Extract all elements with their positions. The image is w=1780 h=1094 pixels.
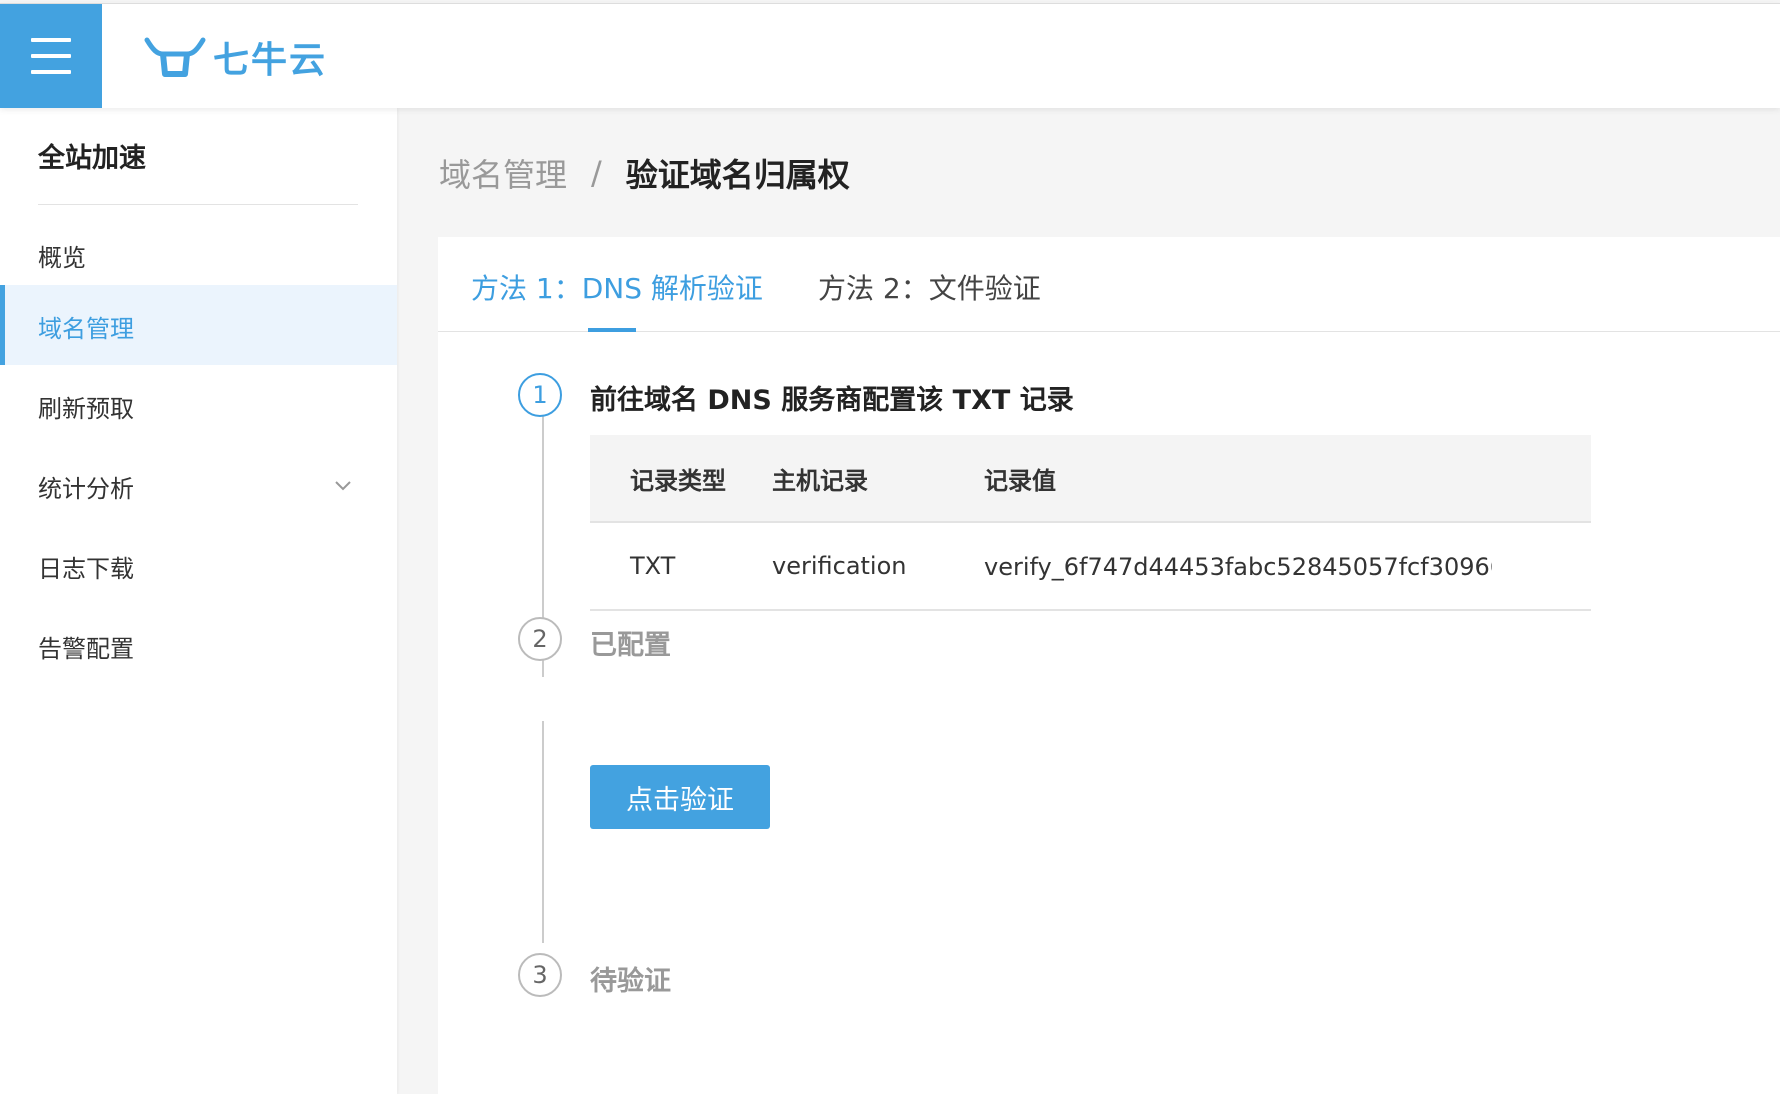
logo-text: 七牛云 <box>213 40 328 81</box>
column-header: 记录值 <box>984 435 1591 523</box>
sidebar-item-label: 域名管理 <box>38 315 134 343</box>
tab-file-verification[interactable]: 方法 2：文件验证 <box>818 267 1041 307</box>
sidebar-item-label: 概览 <box>38 244 86 272</box>
active-tab-indicator <box>588 328 636 332</box>
column-header: 记录类型 <box>590 435 772 523</box>
hamburger-icon-line <box>31 54 71 58</box>
sidebar-item-alert-config[interactable]: 告警配置 <box>0 605 397 685</box>
sidebar-item-log-download[interactable]: 日志下载 <box>0 525 397 605</box>
bull-logo-icon <box>144 37 206 77</box>
sidebar-item-refresh-prefetch[interactable]: 刷新预取 <box>0 365 397 445</box>
verify-button[interactable]: 点击验证 <box>590 765 770 829</box>
verification-card: 方法 1：DNS 解析验证 方法 2：文件验证 1 前往域名 DNS 服务商配置… <box>438 237 1780 1094</box>
breadcrumb: 域名管理 / 验证域名归属权 <box>439 150 850 196</box>
method-tabs: 方法 1：DNS 解析验证 方法 2：文件验证 <box>438 237 1780 332</box>
sidebar-item-label: 统计分析 <box>38 475 134 503</box>
step-title: 已配置 <box>590 630 671 661</box>
step-number: 2 <box>518 617 562 661</box>
sidebar-title: 全站加速 <box>38 143 146 174</box>
sidebar: 全站加速 概览 域名管理 刷新预取 统计分析 日志下载 告警配置 <box>0 108 397 1094</box>
breadcrumb-parent-link[interactable]: 域名管理 <box>439 150 567 196</box>
step-connector <box>542 721 544 943</box>
menu-toggle-button[interactable] <box>0 4 102 108</box>
tab-dns-verification[interactable]: 方法 1：DNS 解析验证 <box>471 267 763 307</box>
sidebar-item-label: 告警配置 <box>38 635 134 663</box>
page-title: 验证域名归属权 <box>625 156 850 194</box>
sidebar-divider <box>38 204 358 205</box>
logo[interactable]: 七牛云 <box>143 34 328 81</box>
step-title: 前往域名 DNS 服务商配置该 TXT 记录 <box>590 385 1074 416</box>
host-record-cell: verification <box>772 522 984 611</box>
sidebar-item-statistics[interactable]: 统计分析 <box>0 445 397 525</box>
step-number: 1 <box>518 373 562 417</box>
step-number: 3 <box>518 953 562 997</box>
record-value-text[interactable]: verify_6f747d44453fabc52845057fcf3096665 <box>984 553 1492 581</box>
step-title: 待验证 <box>590 966 671 997</box>
sidebar-item-label: 刷新预取 <box>38 395 134 423</box>
sidebar-item-label: 日志下载 <box>38 555 134 583</box>
breadcrumb-separator: / <box>591 154 602 192</box>
table-row: TXT verification verify_6f747d44453fabc5… <box>590 522 1591 611</box>
top-header: 七牛云 <box>0 3 1780 108</box>
hamburger-icon <box>31 38 71 42</box>
hamburger-icon-line <box>31 70 71 74</box>
sidebar-item-overview[interactable]: 概览 <box>0 214 397 294</box>
dns-record-table: 记录类型 主机记录 记录值 TXT verification verify_6f… <box>590 435 1591 611</box>
record-value-cell[interactable]: verify_6f747d44453fabc52845057fcf3096665 <box>984 522 1591 611</box>
table-header-row: 记录类型 主机记录 记录值 <box>590 435 1591 523</box>
record-type-cell: TXT <box>590 522 772 611</box>
column-header: 主机记录 <box>772 435 984 523</box>
sidebar-item-domain-management[interactable]: 域名管理 <box>0 285 397 365</box>
chevron-down-icon <box>335 481 351 491</box>
